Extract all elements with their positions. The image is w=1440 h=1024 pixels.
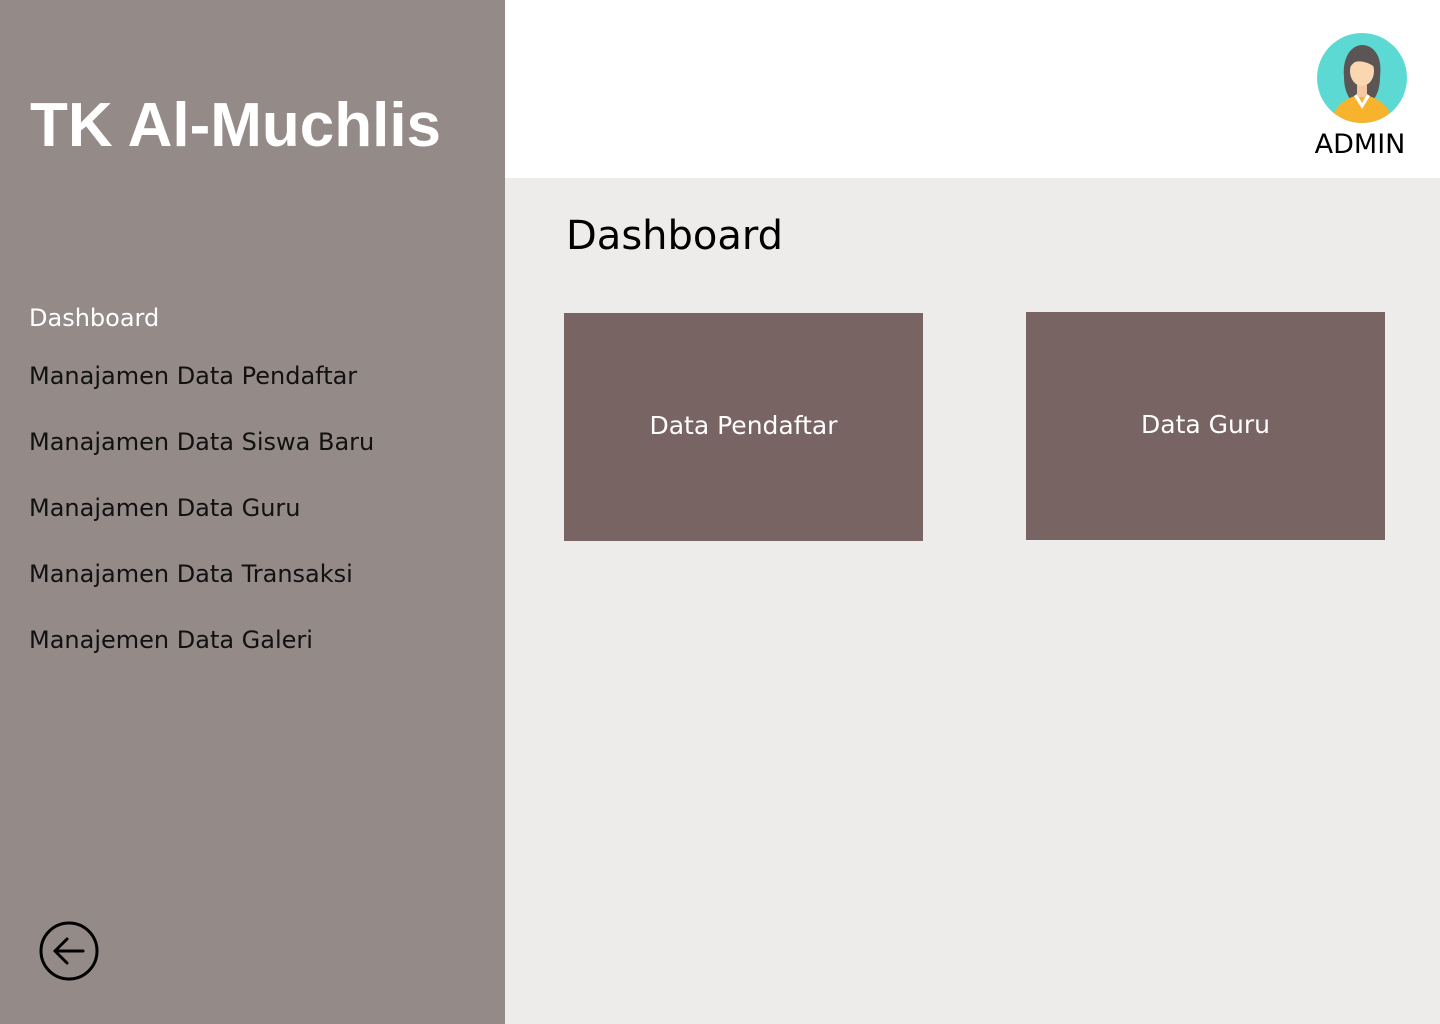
page-title: Dashboard <box>566 213 784 259</box>
card-label: Data Guru <box>1141 410 1270 439</box>
card-data-pendaftar[interactable]: Data Pendaftar <box>564 313 923 541</box>
brand-title: TK Al-Muchlis <box>30 91 442 160</box>
user-label: ADMIN <box>1314 129 1406 160</box>
avatar[interactable] <box>1317 33 1407 123</box>
sidebar: TK Al-Muchlis Dashboard Manajamen Data P… <box>0 0 505 1024</box>
app: TK Al-Muchlis Dashboard Manajamen Data P… <box>0 0 1440 1024</box>
admin-avatar-icon <box>1317 33 1407 123</box>
card-data-guru[interactable]: Data Guru <box>1026 312 1385 540</box>
top-header: ADMIN <box>505 0 1440 178</box>
back-button[interactable] <box>39 921 99 981</box>
sidebar-item-dashboard[interactable]: Dashboard <box>29 303 159 333</box>
card-label: Data Pendaftar <box>649 411 838 440</box>
sidebar-item-data-pendaftar[interactable]: Manajamen Data Pendaftar <box>29 361 357 391</box>
sidebar-item-data-transaksi[interactable]: Manajamen Data Transaksi <box>29 559 353 589</box>
sidebar-item-data-guru[interactable]: Manajamen Data Guru <box>29 493 301 523</box>
sidebar-item-data-galeri[interactable]: Manajemen Data Galeri <box>29 625 313 655</box>
arrow-left-circle-icon <box>39 921 99 981</box>
sidebar-item-data-siswa-baru[interactable]: Manajamen Data Siswa Baru <box>29 427 374 457</box>
